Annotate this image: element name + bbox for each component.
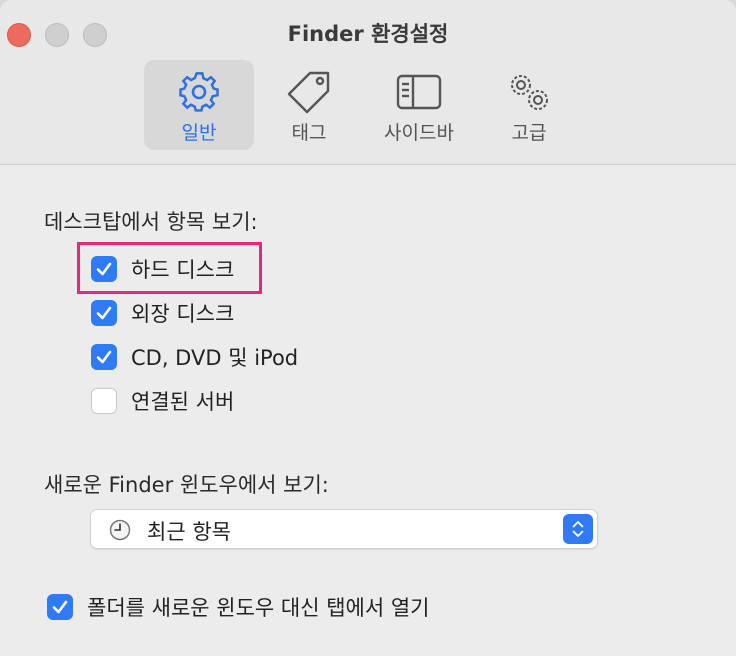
checkbox[interactable]: [47, 594, 73, 620]
checkbox-label: CD, DVD 및 iPod: [131, 346, 299, 370]
checkbox-connected-servers[interactable]: 연결된 서버: [91, 384, 234, 418]
checkmark-icon: [96, 350, 112, 364]
desktop-items-heading: 데스크탑에서 항목 보기:: [44, 210, 258, 234]
preferences-toolbar: 일반 태그 사이드바 고급: [144, 60, 584, 150]
tab-label: 태그: [291, 122, 327, 144]
checkmark-icon: [96, 306, 112, 320]
new-window-location-select[interactable]: 최근 항목: [90, 509, 598, 549]
checkmark-icon: [52, 600, 68, 614]
gear-icon: [179, 72, 219, 112]
tab-tags[interactable]: 태그: [254, 60, 364, 150]
chevron-up-down-icon: [572, 521, 584, 537]
select-value: 최근 항목: [147, 520, 231, 544]
tab-label: 고급: [511, 122, 547, 144]
tab-advanced[interactable]: 고급: [474, 60, 584, 150]
sidebar-icon: [396, 74, 442, 110]
checkbox-label: 외장 디스크: [131, 302, 235, 326]
checkbox-external-disks[interactable]: 외장 디스크: [91, 296, 234, 330]
checkbox-open-folders-in-tabs[interactable]: 폴더를 새로운 윈도우 대신 탭에서 열기: [47, 590, 430, 624]
checkbox[interactable]: [91, 388, 117, 414]
tab-label: 사이드바: [384, 122, 454, 144]
tab-sidebar[interactable]: 사이드바: [364, 60, 474, 150]
checkbox[interactable]: [91, 344, 117, 370]
highlight-box: [77, 242, 262, 294]
tab-general[interactable]: 일반: [144, 60, 254, 150]
gears-icon: [511, 75, 548, 110]
tab-label: 일반: [181, 122, 217, 144]
titlebar: Finder 환경설정 일반 태그 사이드바 고급: [0, 0, 736, 165]
general-pane: 데스크탑에서 항목 보기: 하드 디스크 외장 디스크 CD, DVD 및 iP…: [0, 165, 736, 656]
new-window-heading: 새로운 Finder 윈도우에서 보기:: [44, 473, 329, 497]
finder-preferences-window: Finder 환경설정 일반 태그 사이드바 고급 데스크탑에서 항목 보기: …: [0, 0, 736, 656]
checkbox-label: 폴더를 새로운 윈도우 대신 탭에서 열기: [87, 596, 430, 620]
checkbox-label: 연결된 서버: [131, 390, 235, 414]
clock-icon: [109, 519, 131, 541]
tag-icon: [287, 71, 330, 114]
checkbox-cds-dvds-ipods[interactable]: CD, DVD 및 iPod: [91, 340, 298, 374]
checkbox[interactable]: [91, 300, 117, 326]
window-title: Finder 환경설정: [287, 22, 449, 46]
select-stepper[interactable]: [563, 514, 593, 544]
